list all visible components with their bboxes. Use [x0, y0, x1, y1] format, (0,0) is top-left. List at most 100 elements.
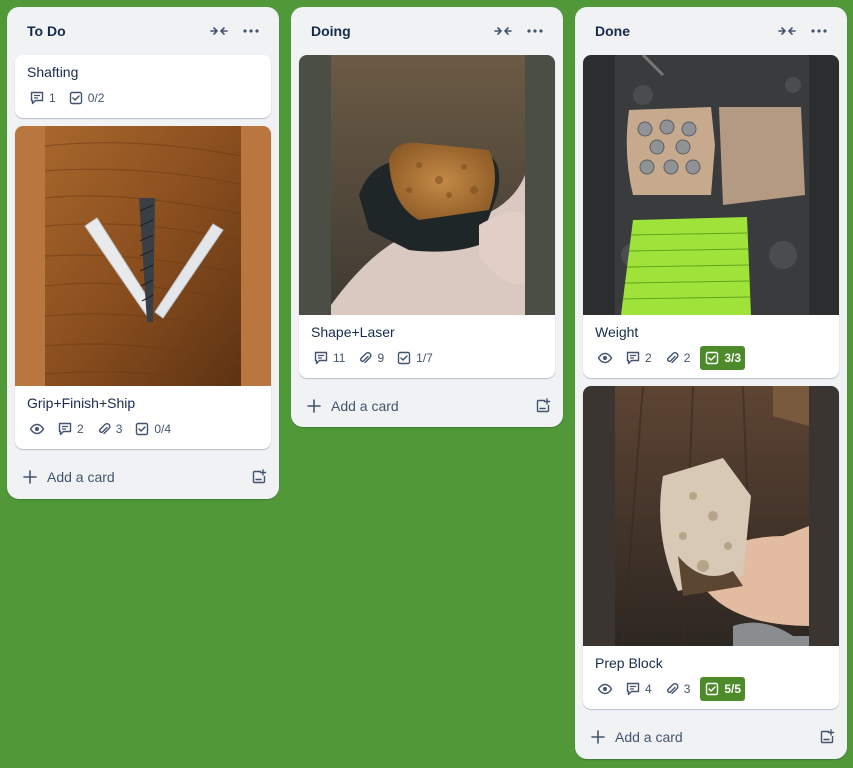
list-header: Doing	[291, 7, 563, 55]
comment-icon	[58, 422, 72, 436]
card-cover-image	[15, 126, 271, 386]
comments-badge: 11	[311, 346, 347, 370]
card-badges: 11 9 1/7	[311, 346, 543, 370]
add-card-label[interactable]: Add a card	[47, 469, 251, 485]
checklist-badge-complete: 5/5	[700, 677, 746, 701]
comment-count: 4	[645, 682, 652, 696]
list-doing: Doing Shape+Laser 11 9 1/7 Add a card	[291, 7, 563, 427]
comment-count: 2	[77, 422, 84, 436]
collapse-icon	[210, 27, 228, 35]
plus-icon	[23, 470, 37, 484]
collapse-icon	[778, 27, 796, 35]
comments-badge: 2	[623, 346, 654, 370]
comment-icon	[626, 682, 640, 696]
card-badges: 2 3 0/4	[27, 417, 259, 441]
attachment-count: 9	[377, 351, 385, 365]
checklist-progress: 1/7	[416, 351, 433, 365]
comment-icon	[30, 91, 44, 105]
attachment-count: 2	[683, 351, 691, 365]
more-icon	[527, 29, 543, 33]
add-card-row: Add a card	[7, 457, 279, 497]
card-template-icon	[536, 398, 551, 413]
watch-icon	[29, 423, 45, 435]
attachment-icon	[98, 422, 111, 435]
add-card-button[interactable]	[307, 399, 323, 413]
watching-badge	[595, 346, 615, 370]
comments-badge: 4	[623, 677, 654, 701]
list-title[interactable]: To Do	[27, 23, 203, 39]
collapse-list-button[interactable]	[487, 15, 519, 47]
add-card-label[interactable]: Add a card	[615, 729, 819, 745]
comment-count: 11	[333, 351, 346, 365]
checklist-progress: 3/3	[724, 351, 742, 365]
attachments-badge: 3	[94, 417, 125, 441]
comment-count: 1	[49, 91, 56, 105]
list-done: Done Weight 2 2 3/3 Prep Block 4 3 5/5 A…	[575, 7, 847, 759]
list-header: Done	[575, 7, 847, 55]
add-card-label[interactable]: Add a card	[331, 398, 535, 414]
list-title[interactable]: Done	[595, 23, 771, 39]
card-cover-image	[583, 386, 839, 646]
comment-count: 2	[645, 351, 652, 365]
checklist-progress: 0/4	[154, 422, 172, 436]
attachment-count: 3	[115, 422, 123, 436]
checklist-icon	[706, 351, 719, 365]
create-from-template-button[interactable]	[819, 729, 835, 745]
list-title[interactable]: Doing	[311, 23, 487, 39]
comments-badge: 2	[55, 417, 86, 441]
attachment-icon	[666, 351, 679, 364]
card-title: Weight	[595, 324, 639, 340]
card-template-icon	[252, 469, 267, 484]
card-grip-finish-ship[interactable]: Grip+Finish+Ship 2 3 0/4	[15, 126, 271, 449]
card-badges: 2 2 3/3	[595, 346, 827, 370]
watching-badge	[595, 677, 615, 701]
card-title: Prep Block	[595, 655, 663, 671]
collapse-icon	[494, 27, 512, 35]
attachments-badge: 9	[355, 346, 386, 370]
more-icon	[811, 29, 827, 33]
card-cover-image	[299, 55, 555, 315]
comment-icon	[314, 351, 328, 365]
add-card-button[interactable]	[23, 470, 39, 484]
attachment-icon	[666, 682, 679, 695]
attachments-badge: 3	[662, 677, 693, 701]
comments-badge: 1	[27, 86, 58, 110]
card-shafting[interactable]: Shafting 1 0/2	[15, 55, 271, 118]
watch-icon	[597, 683, 613, 695]
list-actions-button[interactable]	[519, 15, 551, 47]
card-shape-laser[interactable]: Shape+Laser 11 9 1/7	[299, 55, 555, 378]
list-actions-button[interactable]	[235, 15, 267, 47]
attachments-badge: 2	[662, 346, 693, 370]
more-icon	[243, 29, 259, 33]
add-card-row: Add a card	[575, 717, 847, 757]
collapse-list-button[interactable]	[771, 15, 803, 47]
checklist-icon	[706, 682, 719, 696]
create-from-template-button[interactable]	[251, 469, 267, 485]
checklist-icon	[397, 351, 411, 365]
list-actions-button[interactable]	[803, 15, 835, 47]
checklist-badge: 0/4	[132, 417, 173, 441]
list-header: To Do	[7, 7, 279, 55]
checklist-badge-complete: 3/3	[700, 346, 746, 370]
card-weight[interactable]: Weight 2 2 3/3	[583, 55, 839, 378]
add-card-button[interactable]	[591, 730, 607, 744]
plus-icon	[307, 399, 321, 413]
card-template-icon	[820, 729, 835, 744]
checklist-progress: 0/2	[87, 91, 105, 105]
card-badges: 1 0/2	[27, 86, 259, 110]
checklist-badge: 1/7	[394, 346, 435, 370]
checklist-icon	[136, 422, 149, 436]
create-from-template-button[interactable]	[535, 398, 551, 414]
checklist-badge: 0/2	[66, 86, 107, 110]
card-prep-block[interactable]: Prep Block 4 3 5/5	[583, 386, 839, 709]
add-card-row: Add a card	[291, 386, 563, 426]
card-title: Grip+Finish+Ship	[27, 395, 136, 411]
card-badges: 4 3 5/5	[595, 677, 827, 701]
watch-icon	[597, 352, 613, 364]
card-cover-image	[583, 55, 839, 315]
attachment-icon	[360, 351, 372, 364]
checklist-progress: 5/5	[724, 682, 742, 696]
plus-icon	[591, 730, 605, 744]
collapse-list-button[interactable]	[203, 15, 235, 47]
checklist-icon	[69, 91, 82, 105]
